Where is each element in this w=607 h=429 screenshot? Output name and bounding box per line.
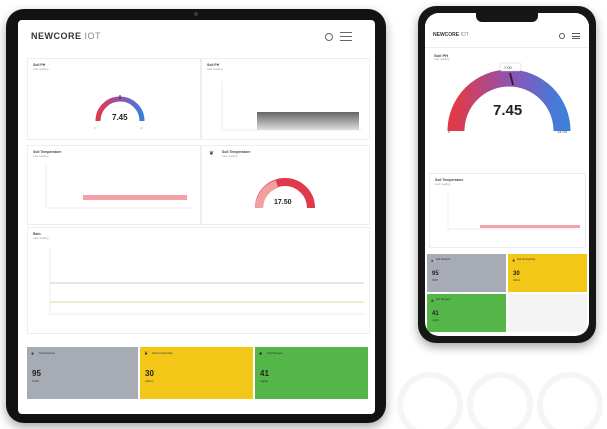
tile-unit: %RH	[32, 379, 40, 383]
phone-temp-chart-card: Soil Temperature Last reading	[429, 173, 586, 248]
ph-gauge-card: Soil PH Last reading 0 14 7.45	[27, 58, 201, 140]
tile-label: Soil Moisture	[436, 258, 451, 261]
needle-label: 7.00	[504, 65, 512, 70]
hamburger-menu-icon[interactable]	[340, 32, 352, 42]
tile-unit: %RH	[432, 279, 438, 282]
phone-ph-gauge-card: Soil PH Last reading 7.00 7.45 0 14.00	[429, 49, 584, 141]
leaf-icon: ❦	[512, 258, 516, 263]
tile-value: 30	[513, 271, 520, 277]
phone-ph-gauge	[447, 62, 571, 132]
temp-gauge	[255, 178, 315, 209]
svg-text:14: 14	[140, 127, 143, 130]
ph-bar	[257, 112, 359, 130]
brand-name: NEWCORE	[433, 32, 460, 38]
brand-suffix: IOT	[460, 32, 469, 38]
ph-value: 7.45	[493, 102, 523, 119]
search-icon[interactable]	[325, 33, 333, 41]
temp-chart-card: Soil Temperature Last reading	[27, 145, 201, 225]
brand-name: NEWCORE	[31, 31, 82, 41]
brand-logo[interactable]: NEWCORE IOT	[31, 31, 101, 41]
phone-device: NEWCORE IOT Soil PH Last reading 7.00 7.…	[418, 6, 596, 343]
soil-moisture-tile[interactable]: ● Soil Moisture 95 %RH	[27, 347, 138, 399]
brand-suffix: IOT	[84, 31, 102, 41]
soil-nitrogen-tile[interactable]: ♣ Soil Nitrogen 41 mg/kg	[255, 347, 368, 399]
gauge-max-label: 14.00	[557, 129, 568, 134]
tile-label: Soil Moisture	[39, 351, 56, 355]
soil-conductivity-tile[interactable]: ❦ Soil Conductivity 30 uS/cm	[140, 347, 253, 399]
tile-value: 95	[432, 271, 439, 277]
tile-value: 30	[145, 369, 154, 378]
temp-line-chart	[45, 164, 193, 209]
phone-screen: NEWCORE IOT Soil PH Last reading 7.00 7.…	[425, 13, 589, 336]
tile-value: 41	[432, 311, 439, 317]
sprout-icon: ♣	[259, 351, 263, 357]
tile-label: Soil Nitrogen	[267, 351, 284, 355]
search-icon[interactable]	[559, 33, 565, 39]
tablet-screen: NEWCORE IOT Soil PH Last reading 0 14 7.…	[18, 20, 375, 414]
ph-bar-chart-card: Soil PH Last reading	[201, 58, 370, 140]
temp-value: 17.50	[274, 199, 292, 206]
tile-value: 41	[260, 369, 269, 378]
background-watermark	[397, 372, 603, 429]
tablet-device: NEWCORE IOT Soil PH Last reading 0 14 7.…	[6, 9, 386, 423]
tile-label: Soil Conductivity	[152, 351, 173, 355]
tile-label: Soil Nitrogen	[436, 298, 451, 301]
tile-unit: uS/cm	[145, 379, 154, 383]
phone-temp-line-chart	[447, 194, 580, 230]
tile-label: Soil Conductivity	[517, 258, 536, 261]
rain-chart-card: Rain Last reading	[27, 227, 370, 334]
temp-series-line	[480, 225, 580, 228]
empty-tile	[508, 294, 587, 332]
soil-nitrogen-tile[interactable]: ♣ Soil Nitrogen 41 mg/kg	[427, 294, 506, 332]
ph-value: 7.45	[112, 113, 128, 122]
tablet-camera	[194, 12, 198, 16]
tile-unit: mg/kg	[260, 379, 269, 383]
phone-notch	[476, 13, 538, 22]
tile-unit: uS/cm	[513, 279, 521, 282]
ph-gauge: 0 14	[94, 95, 145, 130]
temp-gauge-card: Soil Temperature Last reading ❦ 17.50	[201, 145, 370, 225]
soil-conductivity-tile[interactable]: ❦ Soil Conductivity 30 uS/cm	[508, 254, 587, 292]
hamburger-menu-icon[interactable]	[572, 33, 580, 40]
gauge-min-label: 0	[448, 129, 451, 134]
ph-bar-chart	[221, 81, 362, 131]
tile-value: 95	[32, 369, 41, 378]
soil-moisture-tile[interactable]: ● Soil Moisture 95 %RH	[427, 254, 506, 292]
rain-line-chart	[49, 248, 364, 315]
sprout-icon: ♣	[431, 298, 434, 303]
svg-text:0: 0	[94, 127, 96, 130]
temp-series-line	[83, 195, 187, 200]
leaf-icon: ❦	[144, 351, 149, 357]
brand-logo[interactable]: NEWCORE IOT	[433, 32, 469, 38]
droplet-icon: ●	[431, 258, 434, 263]
droplet-icon: ●	[31, 351, 35, 357]
tile-unit: mg/kg	[432, 319, 439, 322]
